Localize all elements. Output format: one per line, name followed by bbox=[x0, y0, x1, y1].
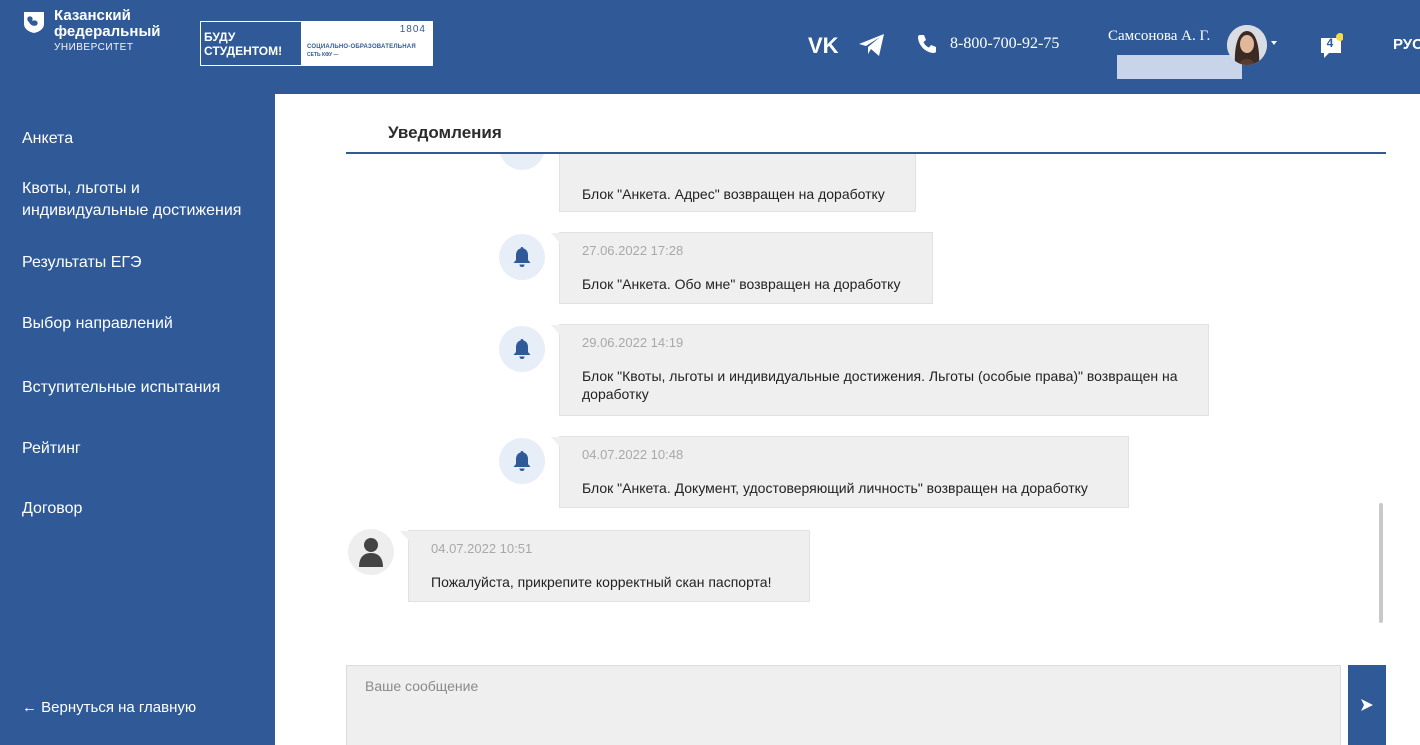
logo-line-3: УНИВЕРСИТЕТ bbox=[54, 42, 134, 53]
budu-studentom-banner[interactable]: БУДУ СТУДЕНТОМ! 1804 СОЦИАЛЬНО-ОБРАЗОВАТ… bbox=[200, 21, 433, 66]
header: Казанский федеральный УНИВЕРСИТЕТ БУДУ С… bbox=[0, 0, 1420, 94]
chat-scrollbar[interactable] bbox=[1379, 503, 1383, 623]
budu-line-1: БУДУ bbox=[204, 29, 236, 44]
list-item: 04.07.2022 10:48 Блок "Анкета. Документ,… bbox=[551, 436, 1129, 508]
page-title: Уведомления bbox=[388, 123, 502, 142]
list-item: 04.07.2022 10:51 Пожалуйста, прикрепите … bbox=[400, 530, 810, 602]
kfu-logo[interactable]: Казанский федеральный УНИВЕРСИТЕТ bbox=[22, 8, 160, 53]
budu-year: 1804 bbox=[399, 24, 426, 35]
sidebar-item-ege-results[interactable]: Результаты ЕГЭ bbox=[22, 252, 262, 274]
message-text: Блок "Анкета. Документ, удостоверяющий л… bbox=[582, 480, 1088, 496]
bell-avatar bbox=[499, 326, 545, 372]
bell-avatar bbox=[499, 154, 545, 170]
send-icon bbox=[1361, 699, 1373, 711]
sidebar-item-contract[interactable]: Договор bbox=[22, 498, 262, 520]
sidebar-item-anketa[interactable]: Анкета bbox=[22, 128, 262, 150]
svg-text:VK: VK bbox=[808, 33, 839, 57]
budu-subtitle-1: СОЦИАЛЬНО-ОБРАЗОВАТЕЛЬНАЯ bbox=[307, 44, 416, 50]
notification-count-badge: 4 bbox=[1326, 36, 1334, 50]
logo-line-1: Казанский bbox=[54, 7, 131, 24]
language-switcher[interactable]: РУС bbox=[1393, 36, 1420, 53]
sidebar-item-entrance-exams[interactable]: Вступительные испытания bbox=[22, 377, 262, 399]
app: Казанский федеральный УНИВЕРСИТЕТ БУДУ С… bbox=[0, 0, 1420, 745]
phone-icon bbox=[918, 35, 936, 53]
sidebar-item-rating[interactable]: Рейтинг bbox=[22, 438, 262, 460]
avatar-photo-icon bbox=[1227, 25, 1267, 65]
user-icon bbox=[359, 538, 383, 567]
message-date: 29.06.2022 14:19 bbox=[582, 335, 684, 350]
message-input[interactable] bbox=[346, 665, 1341, 745]
message-text: Блок "Анкета. Обо мне" возвращен на дора… bbox=[582, 276, 901, 292]
message-text: Пожалуйста, прикрепите корректный скан п… bbox=[431, 574, 772, 590]
user-avatar[interactable] bbox=[1227, 25, 1267, 65]
user-message-avatar bbox=[348, 529, 394, 575]
logo-line-2: федеральный bbox=[54, 23, 161, 40]
message-date: 27.06.2022 17:28 bbox=[582, 243, 684, 258]
telegram-icon[interactable] bbox=[858, 32, 886, 58]
bell-avatar bbox=[499, 438, 545, 484]
message-date: 04.07.2022 10:48 bbox=[582, 447, 684, 462]
kfu-emblem-icon bbox=[24, 12, 44, 33]
budu-subtitle-2: СЕТЬ КФУ — bbox=[307, 52, 339, 58]
sidebar-item-quotas[interactable]: Квоты, льготы и индивидуальные достижени… bbox=[22, 178, 262, 222]
user-name[interactable]: Самсонова А. Г. bbox=[1108, 28, 1210, 45]
user-menu-chevron-down-icon[interactable] bbox=[1271, 41, 1277, 45]
sidebar: Анкета Квоты, льготы и индивидуальные до… bbox=[0, 94, 275, 745]
message-text: Блок "Анкета. Адрес" возвращен на дорабо… bbox=[582, 186, 885, 202]
list-item: 27.06.2022 17:28 Блок "Анкета. Обо мне" … bbox=[551, 232, 933, 304]
bell-avatar bbox=[499, 234, 545, 280]
list-item: 29.06.2022 14:19 Блок "Квоты, льготы и и… bbox=[551, 324, 1209, 416]
budu-line-2: СТУДЕНТОМ! bbox=[204, 43, 283, 58]
message-date: 04.07.2022 10:51 bbox=[431, 541, 533, 556]
bell-icon bbox=[513, 247, 531, 267]
vk-icon[interactable]: VK bbox=[808, 33, 840, 57]
sidebar-item-directions[interactable]: Выбор направлений bbox=[22, 313, 262, 335]
user-id-redacted bbox=[1117, 55, 1242, 79]
send-button[interactable] bbox=[1348, 665, 1386, 745]
back-to-main-link[interactable]: ← Вернуться на главную bbox=[22, 699, 196, 716]
bell-icon bbox=[513, 451, 531, 471]
message-text: Блок "Квоты, льготы и индивидуальные дос… bbox=[582, 368, 1178, 402]
list-item: Блок "Анкета. Адрес" возвращен на дорабо… bbox=[559, 154, 916, 212]
bell-icon bbox=[513, 339, 531, 359]
phone-number[interactable]: 8-800-700-92-75 bbox=[950, 35, 1059, 53]
notifications-list[interactable]: Блок "Анкета. Адрес" возвращен на дорабо… bbox=[346, 154, 1386, 634]
